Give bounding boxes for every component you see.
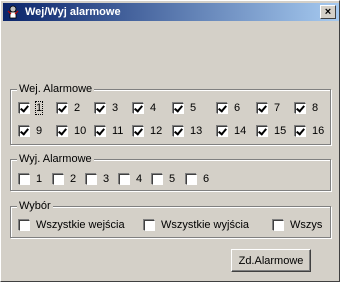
alarm-output-checkbox-1-label: 1 [36, 173, 43, 185]
dialog-window: Wej/Wyj alarmowe × Wej. Alarmowe 1234567… [0, 0, 340, 282]
alarm-input-checkbox-6-label: 6 [234, 102, 241, 114]
alarm-input-checkbox-8-label: 8 [312, 102, 319, 114]
alarm-output-button[interactable]: Zd.Alarmowe [231, 249, 311, 272]
alarm-inputs-group-label: Wej. Alarmowe [17, 83, 95, 95]
checkbox-unchecked-icon[interactable] [86, 174, 97, 185]
alarm-input-checkbox-11[interactable]: 11 [94, 125, 123, 137]
checkbox-checked-icon[interactable] [133, 103, 144, 114]
alarm-input-checkbox-7[interactable]: 7 [256, 102, 280, 114]
alarm-output-checkbox-5-label: 5 [169, 173, 176, 185]
alarm-input-checkbox-15-label: 15 [274, 125, 287, 137]
alarm-input-checkbox-11-label: 11 [112, 125, 124, 137]
select-all-inputs-checkbox[interactable]: Wszystkie wejścia [18, 219, 125, 231]
alarm-input-checkbox-1[interactable]: 1 [18, 101, 44, 115]
alarm-output-checkbox-4-label: 4 [136, 173, 143, 185]
alarm-input-checkbox-9[interactable]: 9 [18, 125, 42, 137]
checkbox-unchecked-icon[interactable] [119, 174, 130, 185]
alarm-input-checkbox-16[interactable]: 16 [294, 125, 324, 137]
alarm-output-checkbox-2[interactable]: 2 [52, 173, 76, 185]
select-all-inputs-checkbox-label: Wszystkie wejścia [36, 219, 125, 231]
checkbox-checked-icon[interactable] [295, 126, 306, 137]
checkbox-checked-icon[interactable] [257, 103, 268, 114]
checkbox-checked-icon[interactable] [295, 103, 306, 114]
alarm-output-checkbox-3[interactable]: 3 [85, 173, 109, 185]
alarm-input-checkbox-2-label: 2 [74, 102, 81, 114]
alarm-output-checkbox-1[interactable]: 1 [18, 173, 42, 185]
alarm-input-checkbox-16-label: 16 [312, 125, 325, 137]
alarm-output-checkbox-5[interactable]: 5 [151, 173, 175, 185]
app-icon [5, 4, 21, 20]
alarm-input-checkbox-8[interactable]: 8 [294, 102, 318, 114]
title-bar[interactable]: Wej/Wyj alarmowe × [3, 3, 339, 21]
checkbox-checked-icon[interactable] [95, 103, 106, 114]
checkbox-checked-icon[interactable] [19, 126, 30, 137]
alarm-input-checkbox-5[interactable]: 5 [172, 102, 196, 114]
alarm-output-checkbox-4[interactable]: 4 [118, 173, 142, 185]
alarm-output-checkbox-6[interactable]: 6 [185, 173, 209, 185]
checkbox-checked-icon[interactable] [57, 103, 68, 114]
checkbox-unchecked-icon[interactable] [152, 174, 163, 185]
alarm-input-checkbox-14[interactable]: 14 [216, 125, 246, 137]
alarm-input-checkbox-13-label: 13 [190, 125, 203, 137]
checkbox-unchecked-icon[interactable] [19, 174, 30, 185]
alarm-input-checkbox-10[interactable]: 10 [56, 125, 86, 137]
alarm-input-checkbox-7-label: 7 [274, 102, 281, 114]
checkbox-checked-icon[interactable] [257, 126, 268, 137]
alarm-input-checkbox-13[interactable]: 13 [172, 125, 202, 137]
checkbox-unchecked-icon[interactable] [144, 220, 155, 231]
alarm-input-checkbox-9-label: 9 [36, 125, 43, 137]
selection-group-label: Wybór [17, 200, 53, 212]
alarm-output-checkbox-3-label: 3 [103, 173, 110, 185]
checkbox-checked-icon[interactable] [133, 126, 144, 137]
checkbox-checked-icon[interactable] [217, 126, 228, 137]
alarm-input-checkbox-3[interactable]: 3 [94, 102, 118, 114]
select-all-checkbox[interactable]: Wszys [272, 219, 322, 231]
checkbox-unchecked-icon[interactable] [186, 174, 197, 185]
checkbox-checked-icon[interactable] [173, 103, 184, 114]
alarm-input-checkbox-4[interactable]: 4 [132, 102, 156, 114]
alarm-input-checkbox-6[interactable]: 6 [216, 102, 240, 114]
close-icon: × [324, 5, 332, 18]
alarm-input-checkbox-5-label: 5 [190, 102, 197, 114]
checkbox-checked-icon[interactable] [57, 126, 68, 137]
checkbox-checked-icon[interactable] [19, 103, 30, 114]
alarm-output-checkbox-2-label: 2 [70, 173, 77, 185]
window-title: Wej/Wyj alarmowe [25, 6, 121, 18]
checkbox-checked-icon[interactable] [217, 103, 228, 114]
alarm-input-checkbox-12-label: 12 [150, 125, 163, 137]
alarm-input-checkbox-14-label: 14 [234, 125, 247, 137]
alarm-output-button-label: Zd.Alarmowe [238, 254, 304, 267]
close-button[interactable]: × [320, 5, 336, 19]
checkbox-unchecked-icon[interactable] [19, 220, 30, 231]
checkbox-unchecked-icon[interactable] [53, 174, 64, 185]
alarm-input-checkbox-4-label: 4 [150, 102, 157, 114]
select-all-outputs-checkbox-label: Wszystkie wyjścia [161, 219, 250, 231]
alarm-input-checkbox-15[interactable]: 15 [256, 125, 286, 137]
alarm-input-checkbox-3-label: 3 [112, 102, 119, 114]
select-all-outputs-checkbox[interactable]: Wszystkie wyjścia [143, 219, 249, 231]
alarm-input-checkbox-2[interactable]: 2 [56, 102, 80, 114]
alarm-input-checkbox-10-label: 10 [74, 125, 87, 137]
checkbox-checked-icon[interactable] [173, 126, 184, 137]
select-all-checkbox-label: Wszys [290, 219, 323, 231]
checkbox-unchecked-icon[interactable] [273, 220, 284, 231]
alarm-input-checkbox-12[interactable]: 12 [132, 125, 162, 137]
alarm-outputs-group-label: Wyj. Alarmowe [17, 153, 94, 165]
checkbox-checked-icon[interactable] [95, 126, 106, 137]
alarm-input-checkbox-1-label: 1 [34, 101, 44, 115]
alarm-output-checkbox-6-label: 6 [203, 173, 210, 185]
